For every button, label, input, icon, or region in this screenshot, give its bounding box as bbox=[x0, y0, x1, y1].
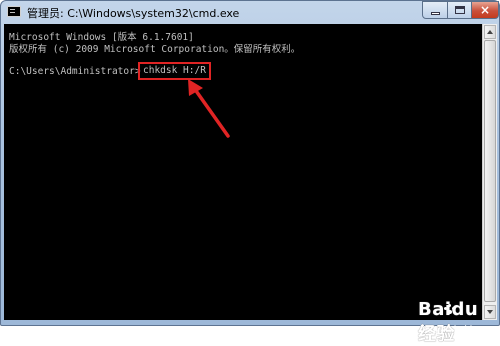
scroll-thumb[interactable] bbox=[484, 40, 496, 302]
window-title: 管理员: C:\Windows\system32\cmd.exe bbox=[27, 7, 240, 20]
close-button[interactable]: × bbox=[471, 1, 499, 19]
console-area[interactable]: Microsoft Windows [版本 6.1.7601] 版权所有 (c)… bbox=[4, 24, 498, 345]
scroll-down-arrow-icon[interactable] bbox=[484, 305, 496, 319]
red-arrow-icon bbox=[188, 79, 230, 138]
vertical-scrollbar[interactable] bbox=[482, 24, 497, 320]
maximize-button[interactable] bbox=[447, 1, 472, 19]
minimize-icon bbox=[431, 12, 440, 15]
close-icon: × bbox=[479, 3, 491, 17]
maximize-icon bbox=[455, 6, 465, 14]
baidu-url: jingyan.baidu.com bbox=[420, 325, 499, 335]
cmd-window: 管理员: C:\Windows\system32\cmd.exe × Micro… bbox=[0, 0, 500, 345]
scroll-up-arrow-icon[interactable] bbox=[484, 25, 496, 39]
title-bar[interactable]: 管理员: C:\Windows\system32\cmd.exe × bbox=[1, 1, 499, 23]
paw-icon bbox=[444, 304, 456, 314]
cmd-icon[interactable] bbox=[7, 6, 21, 17]
minimize-button[interactable] bbox=[422, 1, 448, 19]
